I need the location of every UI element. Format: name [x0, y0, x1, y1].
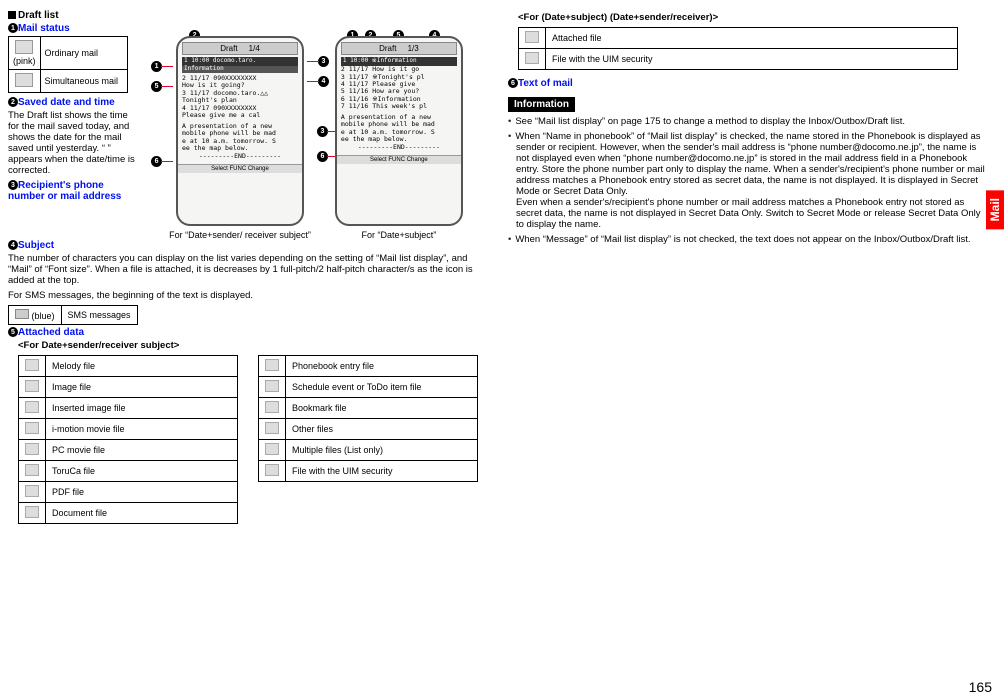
right-table: Attached file File with the UIM security	[518, 27, 958, 70]
badge-3-icon: 3	[8, 180, 18, 190]
information-list: See “Mail list display” on page 175 to c…	[508, 116, 988, 245]
pdf-icon	[25, 485, 39, 497]
ordinary-mail-label: Ordinary mail	[40, 37, 127, 70]
callout-4-icon: 4	[318, 76, 329, 87]
phone1-caption: For “Date+sender/ receiver subject”	[169, 230, 311, 240]
pcmovie-icon	[25, 443, 39, 455]
attached-data-heading: 5Attached data	[8, 327, 488, 338]
multi-icon	[265, 443, 279, 455]
for-dsr-label: <For Date+sender/receiver subject>	[18, 340, 488, 351]
side-tab-mail: Mail	[986, 190, 1004, 229]
info-bullet-2: When “Name in phonebook” of “Mail list d…	[508, 131, 988, 230]
mail-status-table: (pink) Ordinary mail Simultaneous mail	[8, 36, 128, 93]
image-icon	[25, 380, 39, 392]
toruca-icon	[25, 464, 39, 476]
phone2-caption: For “Date+subject”	[335, 230, 463, 240]
badge-2-icon: 2	[8, 97, 18, 107]
file-table-left: Melody file Image file Inserted image fi…	[18, 355, 238, 524]
phone-mock-1: 1 5 2 3 4 6 Draft 1/4 1 10:0	[169, 36, 311, 240]
badge-1-icon: 1	[8, 23, 18, 33]
inserted-image-icon	[25, 401, 39, 413]
recipient-heading: 3Recipient's phone number or mail addres…	[8, 180, 138, 202]
file-table-right: Phonebook entry file Schedule event or T…	[258, 355, 478, 482]
subject-text: The number of characters you can display…	[8, 253, 488, 286]
bookmark-icon	[265, 401, 279, 413]
pink-label: (pink)	[13, 56, 36, 66]
badge-5-icon: 5	[8, 327, 18, 337]
phonebook-icon	[265, 359, 279, 371]
imotion-icon	[25, 422, 39, 434]
uim-file-icon	[525, 52, 539, 64]
saved-date-heading: 2Saved date and time	[8, 97, 138, 108]
badge-4-icon: 4	[8, 240, 18, 250]
simul-mail-icon	[15, 73, 33, 87]
simul-mail-label: Simultaneous mail	[40, 70, 127, 93]
document-icon	[25, 506, 39, 518]
sms-table: (blue) SMS messages	[8, 305, 138, 325]
information-heading: Information	[508, 97, 575, 112]
attached-file-icon	[525, 31, 539, 43]
schedule-icon	[265, 380, 279, 392]
for-datesubject-heading: <For (Date+subject) (Date+sender/receive…	[518, 12, 988, 23]
info-bullet-1: See “Mail list display” on page 175 to c…	[508, 116, 988, 127]
phone-mock-2: 1 2 5 4 3 6 Draft 1/3 1 10:0	[335, 36, 463, 240]
subject-heading: 4Subject	[8, 240, 488, 251]
melody-icon	[25, 359, 39, 371]
mail-status-heading: 1Mail status	[8, 23, 488, 34]
mail-icon	[15, 40, 33, 54]
saved-date-text: The Draft list shows the time for the ma…	[8, 110, 138, 176]
callout-3-icon: 3	[318, 56, 329, 67]
draft-list-title: Draft list	[8, 10, 488, 21]
uim-icon	[265, 464, 279, 476]
info-bullet-3: When “Message” of “Mail list display” is…	[508, 234, 988, 245]
other-icon	[265, 422, 279, 434]
text-of-mail-heading: 6Text of mail	[508, 78, 988, 89]
badge-6-icon: 6	[508, 78, 518, 88]
sms-text: For SMS messages, the beginning of the t…	[8, 290, 488, 301]
page-number: 165	[969, 679, 992, 695]
sms-icon	[15, 309, 29, 319]
